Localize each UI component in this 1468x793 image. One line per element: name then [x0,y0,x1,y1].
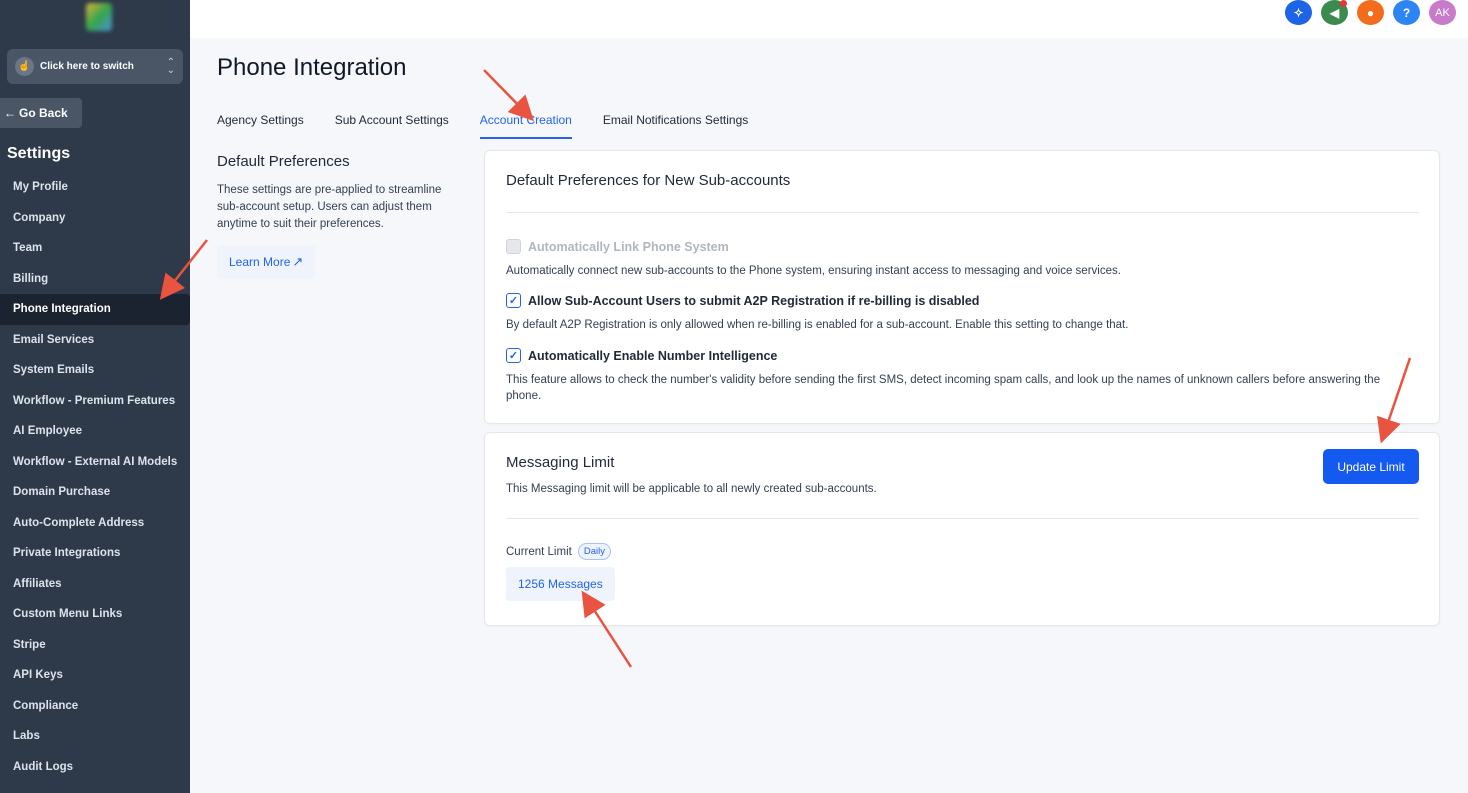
sidebar-item-workflow-premium[interactable]: Workflow - Premium Features [0,386,190,417]
current-limit-label: Current Limit [506,545,572,558]
current-limit-row: Current Limit Daily [506,543,611,560]
help-icon[interactable]: ? [1393,0,1420,25]
checkbox-link-phone-system[interactable] [506,239,521,254]
sidebar-item-auto-complete-address[interactable]: Auto-Complete Address [0,508,190,539]
sparkle-icon[interactable]: ✧ [1285,0,1312,25]
sidebar-item-email-services[interactable]: Email Services [0,325,190,356]
divider [506,518,1419,519]
settings-tabs: Agency Settings Sub Account Settings Acc… [217,113,779,139]
sidebar-item-private-integrations[interactable]: Private Integrations [0,538,190,569]
period-badge: Daily [577,543,611,560]
sidebar-item-api-keys[interactable]: API Keys [0,660,190,691]
option-label: Allow Sub-Account Users to submit A2P Re… [528,293,980,308]
brand-logo [86,3,112,31]
sidebar-item-stripe[interactable]: Stripe [0,630,190,661]
external-link-icon: ↗ [292,254,304,269]
page-title: Phone Integration [217,54,407,81]
sidebar-item-company[interactable]: Company [0,203,190,234]
preferences-card-title: Default Preferences for New Sub-accounts [506,172,791,189]
sidebar-item-compliance[interactable]: Compliance [0,691,190,722]
bell-icon[interactable]: ● [1357,0,1384,25]
sidebar-item-labs[interactable]: Labs [0,721,190,752]
go-back-label: Go Back [19,106,68,120]
chevron-updown-icon: ⌃ ⌄ [166,56,175,76]
option-label: Automatically Enable Number Intelligence [528,348,778,363]
option-link-phone-system: Automatically Link Phone System Automati… [506,239,1399,279]
account-switcher-label: Click here to switch [40,61,134,72]
sidebar-item-custom-menu-links[interactable]: Custom Menu Links [0,599,190,630]
messaging-limit-title: Messaging Limit [506,454,615,471]
sidebar-item-system-emails[interactable]: System Emails [0,355,190,386]
tab-sub-account-settings[interactable]: Sub Account Settings [335,113,449,139]
sidebar-item-workflow-external-ai[interactable]: Workflow - External AI Models [0,447,190,478]
settings-heading: Settings [7,145,71,162]
option-description: Automatically connect new sub-accounts t… [506,265,1121,277]
option-label: Automatically Link Phone System [528,239,729,254]
limit-value: 1256 Messages [506,567,615,601]
option-number-intelligence: ✓ Automatically Enable Number Intelligen… [506,348,1399,404]
account-switcher[interactable]: ☝ Click here to switch ⌃ ⌄ [7,49,183,84]
pointer-icon: ☝ [15,57,34,76]
sidebar-item-team[interactable]: Team [0,233,190,264]
tab-agency-settings[interactable]: Agency Settings [217,113,304,139]
default-preferences-card: Default Preferences for New Sub-accounts… [484,150,1440,424]
learn-more-label: Learn More [229,255,291,269]
tab-account-creation[interactable]: Account Creation [479,113,572,139]
intro-description: These settings are pre-applied to stream… [217,184,442,230]
sidebar-item-ai-employee[interactable]: AI Employee [0,416,190,447]
checkbox-number-intelligence[interactable]: ✓ [506,348,521,363]
intro-heading: Default Preferences [217,153,350,170]
go-back-button[interactable]: ← Go Back [0,98,82,128]
tab-email-notifications-settings[interactable]: Email Notifications Settings [603,113,748,139]
topbar: ✧ ◀ ● ? AK [190,0,1468,38]
sidebar-item-phone-integration[interactable]: Phone Integration [0,294,190,325]
messaging-limit-subtitle: This Messaging limit will be applicable … [506,483,877,495]
option-description: This feature allows to check the number'… [506,374,1381,402]
learn-more-link[interactable]: Learn More ↗ [217,245,316,279]
option-description: By default A2P Registration is only allo… [506,319,1129,331]
sidebar: ☝ Click here to switch ⌃ ⌄ ← Go Back Sett… [0,0,190,793]
sidebar-item-affiliates[interactable]: Affiliates [0,569,190,600]
notification-dot [1340,0,1347,7]
sidebar-item-billing[interactable]: Billing [0,264,190,295]
messaging-limit-card: Messaging Limit This Messaging limit wil… [484,432,1440,626]
avatar[interactable]: AK [1429,0,1456,25]
arrow-left-icon: ← [4,106,16,120]
divider [506,212,1419,213]
settings-nav: My Profile Company Team Billing Phone In… [0,172,190,782]
default-preferences-intro: Default Preferences These settings are p… [217,153,452,279]
option-allow-a2p-registration: ✓ Allow Sub-Account Users to submit A2P … [506,293,1399,333]
sidebar-item-my-profile[interactable]: My Profile [0,172,190,203]
arrow-to-account-creation-tab [483,69,534,122]
sidebar-item-audit-logs[interactable]: Audit Logs [0,752,190,783]
megaphone-icon[interactable]: ◀ [1321,0,1348,25]
checkbox-allow-a2p[interactable]: ✓ [506,293,521,308]
sidebar-item-domain-purchase[interactable]: Domain Purchase [0,477,190,508]
update-limit-button[interactable]: Update Limit [1323,449,1419,484]
